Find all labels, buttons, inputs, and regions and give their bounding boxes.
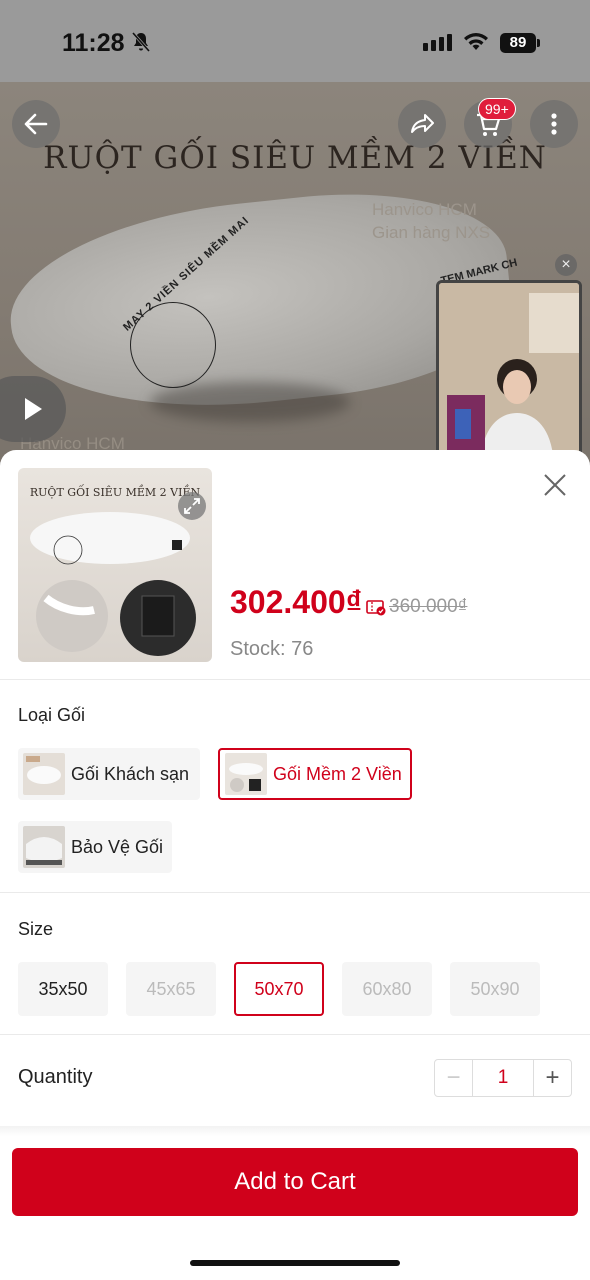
size-section-label: Size bbox=[18, 919, 54, 939]
battery-tip bbox=[537, 39, 540, 47]
divider bbox=[0, 679, 590, 680]
bell-off-icon bbox=[131, 32, 151, 52]
pillow-shadow bbox=[150, 382, 350, 422]
close-icon: × bbox=[561, 256, 571, 273]
cellular-signal-icon bbox=[423, 34, 452, 51]
add-to-cart-button[interactable]: Add to Cart bbox=[12, 1148, 578, 1216]
stock-count: Stock: 76 bbox=[230, 638, 314, 660]
close-video-button[interactable]: × bbox=[555, 254, 577, 276]
close-sheet-button[interactable] bbox=[540, 470, 570, 500]
expand-image-button[interactable] bbox=[178, 492, 206, 520]
quantity-label: Quantity bbox=[18, 1066, 93, 1088]
quantity-stepper: − 1 + bbox=[434, 1059, 572, 1097]
original-price: 360.000₫ bbox=[389, 596, 468, 617]
battery-indicator: 89 bbox=[500, 33, 536, 53]
status-bar: 11:28 89 bbox=[0, 0, 590, 82]
quantity-value[interactable]: 1 bbox=[473, 1060, 533, 1096]
share-button[interactable] bbox=[398, 100, 446, 148]
size-option-50x90[interactable]: 50x90 bbox=[450, 962, 540, 1016]
hero-brand-line2: Gian hàng NXS bbox=[372, 223, 491, 242]
hero-brand: Hanvico HCM Gian hàng NXS bbox=[372, 198, 490, 244]
wifi-icon bbox=[464, 33, 488, 50]
divider bbox=[0, 892, 590, 893]
voucher-icon bbox=[366, 600, 386, 616]
share-icon bbox=[411, 114, 434, 133]
product-thumbnail[interactable]: RUỘT GỐI SIÊU MỀM 2 VIỀN bbox=[18, 468, 212, 662]
cart-count-badge: 99+ bbox=[478, 98, 516, 120]
divider bbox=[0, 1034, 590, 1035]
hero-title: RUỘT GỐI SIÊU MỀM 2 VIỀN bbox=[43, 140, 547, 176]
play-video-button[interactable] bbox=[0, 376, 66, 442]
quantity-decrease-button[interactable]: − bbox=[435, 1060, 473, 1096]
play-icon bbox=[25, 398, 42, 420]
home-indicator bbox=[190, 1260, 400, 1266]
back-button[interactable] bbox=[12, 100, 60, 148]
more-options-button[interactable] bbox=[530, 100, 578, 148]
quantity-increase-button[interactable]: + bbox=[533, 1060, 571, 1096]
variant-option-label: Bảo Vệ Gối bbox=[71, 836, 164, 857]
video-thumbnail bbox=[439, 283, 579, 455]
variant-option-label: Gối Khách sạn bbox=[71, 763, 190, 784]
variant-thumbnail bbox=[23, 826, 65, 868]
expand-icon bbox=[184, 498, 200, 514]
bottom-bar-separator bbox=[0, 1126, 590, 1136]
variant-thumbnail bbox=[225, 753, 267, 795]
size-option-45x65[interactable]: 45x65 bbox=[126, 962, 216, 1016]
size-option-50x70[interactable]: 50x70 bbox=[234, 962, 324, 1016]
current-price: 302.400₫ bbox=[230, 584, 363, 620]
variant-section-label: Loại Gối bbox=[18, 705, 86, 725]
variant-option-hotel[interactable]: Gối Khách sạn bbox=[18, 748, 200, 800]
hero-brand-line1: Hanvico HCM bbox=[372, 200, 477, 219]
variant-selection-sheet: RUỘT GỐI SIÊU MỀM 2 VIỀN 302.400₫ 360.00… bbox=[0, 450, 590, 1280]
arrow-left-icon bbox=[24, 113, 48, 135]
size-option-60x80[interactable]: 60x80 bbox=[342, 962, 432, 1016]
floating-video-preview[interactable] bbox=[436, 280, 582, 458]
size-option-35x50[interactable]: 35x50 bbox=[18, 962, 108, 1016]
variant-thumbnail bbox=[23, 753, 65, 795]
variant-option-soft-2-border[interactable]: Gối Mềm 2 Viền bbox=[218, 748, 412, 800]
variant-option-label: Gối Mềm 2 Viền bbox=[273, 763, 402, 784]
variant-option-protector[interactable]: Bảo Vệ Gối bbox=[18, 821, 172, 873]
status-time: 11:28 bbox=[62, 29, 125, 57]
more-vertical-icon bbox=[551, 113, 557, 135]
